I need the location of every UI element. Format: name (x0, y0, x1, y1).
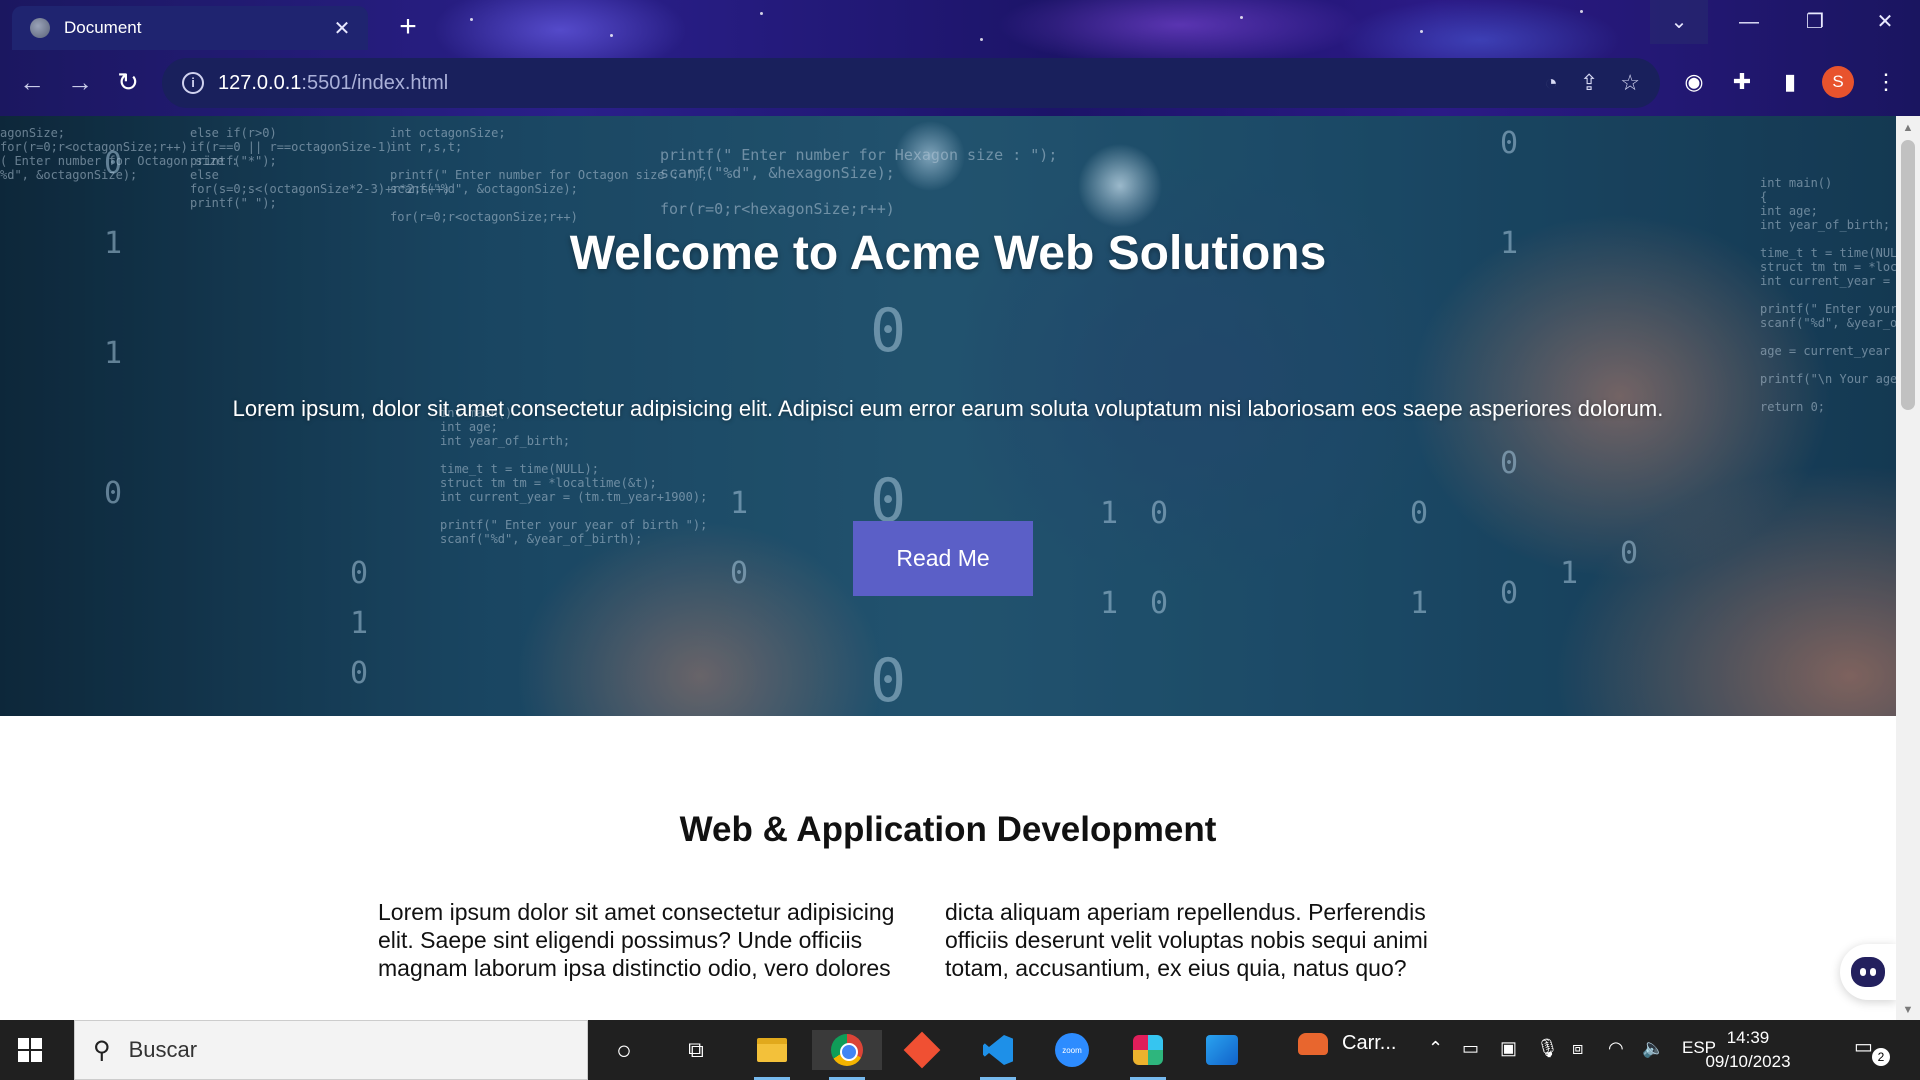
side-panel-icon[interactable]: ▮ (1774, 66, 1806, 98)
page-scrollbar[interactable]: ▲ ▼ (1896, 116, 1920, 1020)
bot-extension-icon[interactable]: ◉ (1678, 66, 1710, 98)
chrome-icon[interactable] (825, 1030, 869, 1080)
close-tab-icon[interactable]: ✕ (330, 16, 354, 41)
vscode-icon[interactable] (976, 1030, 1020, 1080)
new-tab-button[interactable]: + (390, 10, 426, 46)
address-bar[interactable]: i 127.0.0.1 :5501/index.html ◔ ⇪ ☆ (162, 58, 1660, 108)
section-title: Web & Application Development (679, 810, 1217, 849)
clock-time: 14:39 (1726, 1028, 1770, 1047)
page-viewport: agonSize; for(r=0;r<octagonSize;r++) ( E… (0, 116, 1896, 1020)
running-app-carr[interactable]: Carr... (1298, 1032, 1396, 1055)
browser-chrome: Document ✕ + ⌄ — ❐ ✕ ← → ↻ i 127.0.0.1 :… (0, 0, 1920, 116)
minimize-button[interactable]: — (1720, 0, 1778, 44)
profile-avatar[interactable]: S (1822, 66, 1854, 98)
chat-bot-widget[interactable] (1840, 944, 1896, 1000)
reload-icon[interactable]: ↻ (108, 62, 148, 102)
background-star (1240, 16, 1243, 19)
windows-start-icon[interactable] (18, 1038, 42, 1062)
notification-badge: 2 (1872, 1048, 1890, 1066)
close-window-button[interactable]: ✕ (1856, 0, 1914, 44)
bot-face-icon (1851, 957, 1885, 987)
tab-search-chevron-icon[interactable]: ⌄ (1650, 0, 1708, 44)
url-host: 127.0.0.1 (218, 71, 302, 94)
search-icon: ⚲ (93, 1036, 111, 1064)
background-star (610, 34, 613, 37)
notification-center-icon[interactable]: ▭ 2 (1854, 1034, 1890, 1066)
file-explorer-icon[interactable] (750, 1030, 794, 1080)
share-icon[interactable]: ⇪ (1580, 70, 1598, 96)
section-body: Lorem ipsum dolor sit amet consectetur a… (378, 899, 1428, 981)
zoom-icon[interactable]: zoom (1050, 1030, 1094, 1070)
browser-tab-document[interactable]: Document ✕ (12, 6, 368, 50)
task-view-icon[interactable]: ⧉ (674, 1030, 718, 1070)
browser-toolbar: ← → ↻ i 127.0.0.1 :5501/index.html ◔ ⇪ ☆… (0, 54, 1920, 114)
scroll-down-arrow-icon[interactable]: ▼ (1902, 1004, 1914, 1016)
scroll-thumb[interactable] (1901, 140, 1915, 410)
tab-title: Document (64, 18, 142, 37)
url-path: :5501/index.html (301, 71, 449, 94)
screen-record-icon[interactable]: ⧈ (1572, 1038, 1583, 1059)
background-star (1420, 30, 1423, 33)
hero-text: Lorem ipsum, dolor sit amet consectetur … (232, 396, 1664, 421)
globe-icon (30, 18, 50, 38)
performance-icon[interactable]: ◔ (1545, 70, 1558, 96)
git-icon[interactable] (900, 1030, 944, 1070)
forward-arrow-icon[interactable]: → (60, 62, 100, 102)
hero-title: Welcome to Acme Web Solutions (569, 227, 1327, 280)
background-star (760, 12, 763, 15)
taskbar-search[interactable]: ⚲ Buscar (74, 1020, 588, 1080)
slack-icon[interactable] (1126, 1030, 1170, 1080)
running-app-label: Carr... (1342, 1032, 1397, 1054)
background-star (980, 38, 983, 41)
battery-icon[interactable]: ▭ (1462, 1038, 1479, 1059)
browser-menu-icon[interactable]: ⋮ (1870, 66, 1902, 98)
restore-button[interactable]: ❐ (1786, 0, 1844, 44)
clock-date: 09/10/2023 (1705, 1052, 1791, 1071)
extensions-puzzle-icon[interactable]: ✚ (1726, 66, 1758, 98)
hero-section: agonSize; for(r=0;r<octagonSize;r++) ( E… (0, 116, 1896, 716)
scroll-up-arrow-icon[interactable]: ▲ (1902, 122, 1914, 134)
wifi-icon[interactable]: ◠ (1608, 1038, 1624, 1059)
cortana-icon[interactable]: ○ (602, 1030, 646, 1070)
volume-icon[interactable]: 🔈 (1642, 1038, 1664, 1059)
microphone-icon[interactable]: 🎙 (1536, 1038, 1559, 1059)
omnibox-actions: ◔ ⇪ ☆ (1545, 70, 1640, 96)
taskbar-search-placeholder: Buscar (128, 1037, 198, 1062)
site-info-icon[interactable]: i (182, 72, 204, 94)
background-star (1580, 10, 1583, 13)
meet-now-icon[interactable]: ▣ (1500, 1038, 1517, 1059)
photos-icon[interactable] (1200, 1030, 1244, 1070)
back-arrow-icon[interactable]: ← (12, 62, 52, 102)
windows-taskbar: ⚲ Buscar ○ ⧉ zoom Carr... ⌃ ▭ ▣ 🎙 ⧈ ◠ 🔈 … (0, 1020, 1920, 1080)
show-hidden-icons-chevron-icon[interactable]: ⌃ (1428, 1038, 1443, 1059)
taskbar-clock[interactable]: 14:39 09/10/2023 (1700, 1026, 1796, 1074)
background-star (470, 18, 473, 21)
read-me-button[interactable]: Read Me (853, 521, 1033, 596)
car-icon (1298, 1032, 1328, 1055)
bookmark-star-icon[interactable]: ☆ (1620, 70, 1640, 96)
chat-bubble-icon: ▭ (1854, 1036, 1873, 1058)
